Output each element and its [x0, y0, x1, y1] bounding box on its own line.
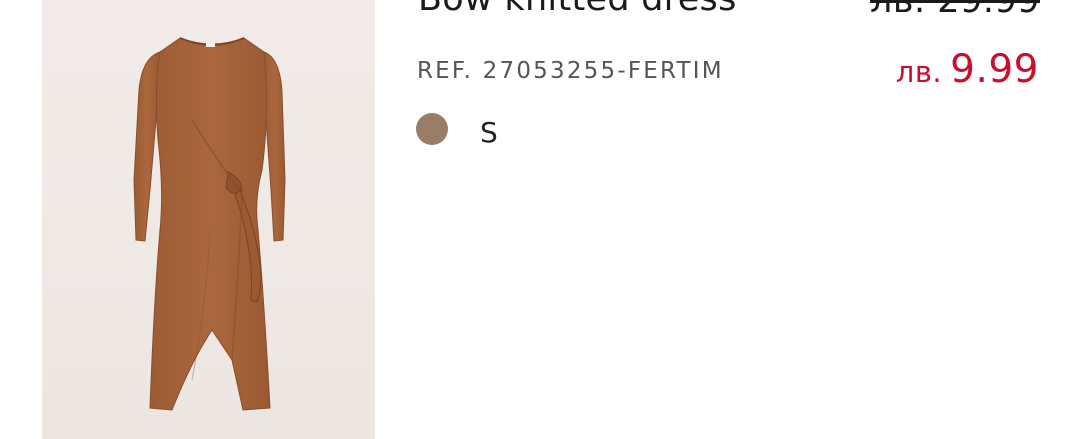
dress-illustration [133, 37, 286, 411]
product-reference: REF. 27053255-FERTIM [417, 58, 724, 84]
sale-price: лв. 9.99 [896, 47, 1039, 92]
sale-price-currency: лв. [895, 55, 943, 89]
sale-price-amount: 9.99 [950, 47, 1039, 92]
product-image[interactable] [42, 0, 375, 439]
product-page: Bow knitted dress лв. 29.99 REF. 2705325… [0, 0, 1080, 439]
original-price: лв. 29.99 [870, 0, 1040, 21]
color-swatch[interactable] [416, 113, 448, 145]
product-title: Bow knitted dress [418, 0, 737, 19]
size-option[interactable]: S [480, 116, 498, 149]
